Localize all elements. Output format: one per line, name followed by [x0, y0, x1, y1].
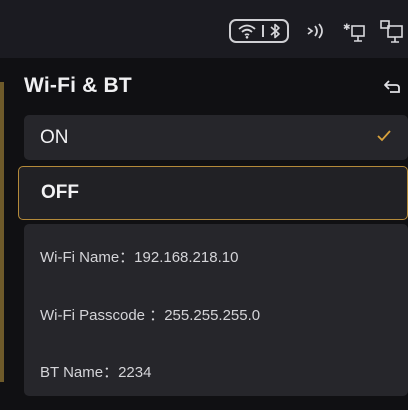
bt-name-row: BT Name：2234 [40, 361, 151, 382]
connection-info-panel: Wi-Fi Name：192.168.218.10 Wi-Fi Passcode… [24, 224, 408, 396]
network-icon [380, 20, 406, 44]
panel-edge-accent [0, 82, 4, 382]
wifi-passcode-label: Wi-Fi Passcode ： [40, 307, 165, 324]
option-on[interactable]: ON [24, 115, 408, 160]
option-on-label: ON [40, 127, 69, 148]
indicator-divider [261, 25, 264, 37]
back-arrow-icon[interactable] [382, 77, 402, 97]
wifi-name-row: Wi-Fi Name：192.168.218.10 [40, 246, 238, 267]
svg-text:✱: ✱ [343, 23, 351, 33]
wifi-name-value: 192.168.218.10 [134, 249, 239, 266]
option-off[interactable]: OFF [18, 166, 408, 220]
checkmark-icon [376, 129, 392, 148]
usb-device-icon: ✱ [343, 21, 367, 43]
bt-name-label: BT Name： [40, 364, 119, 381]
wifi-passcode-row: Wi-Fi Passcode ：255.255.255.0 [40, 304, 260, 325]
nfc-icon [306, 23, 330, 39]
bluetooth-icon [269, 23, 281, 39]
option-off-label: OFF [41, 182, 79, 203]
wifi-bt-status-indicator [229, 19, 289, 43]
wifi-name-label: Wi-Fi Name： [40, 249, 135, 266]
bt-name-value: 2234 [118, 364, 152, 381]
wifi-passcode-value: 255.255.255.0 [164, 307, 261, 324]
page-title: Wi-Fi & BT [24, 74, 132, 97]
wifi-icon [237, 23, 257, 39]
status-bar: ✱ [0, 0, 408, 58]
